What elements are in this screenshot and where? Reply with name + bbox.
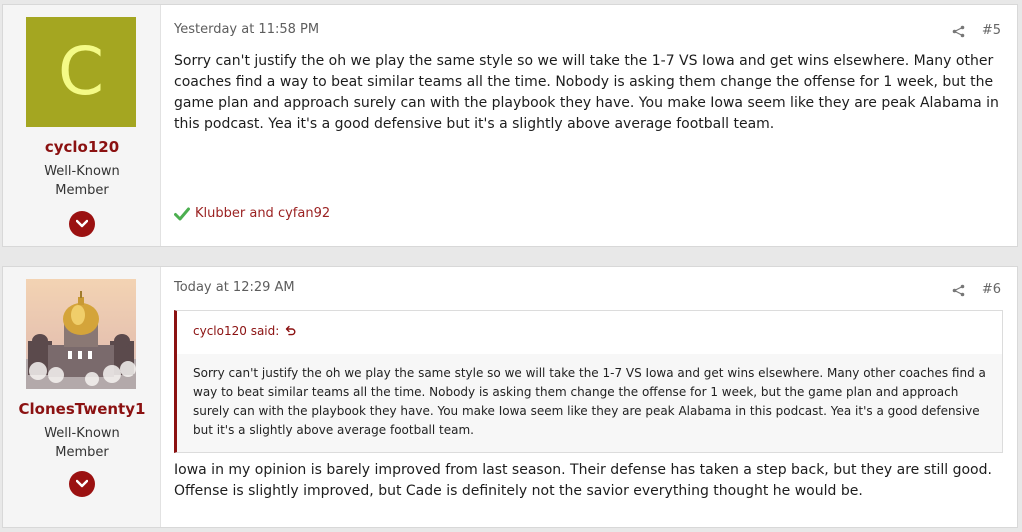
reactions-users[interactable]: Klubber and cyfan92 bbox=[195, 206, 330, 221]
quote-block: cyclo120 said: Sorry can't justify the o… bbox=[174, 310, 1003, 453]
post-main: Today at 12:29 AM #6 cyclo120 said: Sorr… bbox=[162, 267, 1017, 527]
avatar[interactable]: C bbox=[26, 17, 136, 127]
chevron-down-icon bbox=[76, 479, 88, 488]
quote-attribution[interactable]: cyclo120 said: bbox=[193, 324, 279, 338]
user-info: ClonesTwenty1 Well-Known Member bbox=[3, 267, 161, 527]
post-body: Iowa in my opinion is barely improved fr… bbox=[174, 462, 992, 499]
user-title: Well-Known Member bbox=[3, 424, 161, 462]
checkmark-icon bbox=[174, 207, 190, 220]
expand-user-button[interactable] bbox=[69, 211, 95, 237]
reactions-bar[interactable]: Klubber and cyfan92 bbox=[174, 206, 330, 221]
chevron-down-icon bbox=[76, 219, 88, 228]
post-timestamp[interactable]: Yesterday at 11:58 PM bbox=[174, 22, 319, 37]
user-title: Well-Known Member bbox=[3, 162, 161, 200]
expand-user-button[interactable] bbox=[69, 471, 95, 497]
quote-text: Sorry can't justify the oh we play the s… bbox=[193, 366, 986, 437]
username[interactable]: cyclo120 bbox=[3, 138, 161, 156]
username[interactable]: ClonesTwenty1 bbox=[3, 400, 161, 418]
post-main: Yesterday at 11:58 PM #5 Sorry can't jus… bbox=[162, 5, 1017, 246]
share-icon[interactable] bbox=[952, 25, 965, 38]
forum-post: C cyclo120 Well-Known Member Yesterday a… bbox=[2, 4, 1018, 247]
forum-post: ClonesTwenty1 Well-Known Member Today at… bbox=[2, 266, 1018, 528]
user-title-text: Well-Known Member bbox=[44, 426, 120, 460]
post-body: Sorry can't justify the oh we play the s… bbox=[174, 53, 999, 132]
quote-header[interactable]: cyclo120 said: bbox=[177, 311, 1002, 354]
user-info: C cyclo120 Well-Known Member bbox=[3, 5, 161, 246]
post-timestamp[interactable]: Today at 12:29 AM bbox=[174, 280, 295, 295]
return-arrow-icon[interactable] bbox=[285, 325, 296, 336]
avatar[interactable] bbox=[26, 279, 136, 389]
post-number[interactable]: #6 bbox=[982, 282, 1001, 297]
user-title-text: Well-Known Member bbox=[44, 164, 120, 198]
post-number[interactable]: #5 bbox=[982, 23, 1001, 38]
capitol-dome-image bbox=[26, 279, 136, 389]
avatar-letter: C bbox=[26, 17, 136, 127]
share-icon[interactable] bbox=[952, 284, 965, 297]
